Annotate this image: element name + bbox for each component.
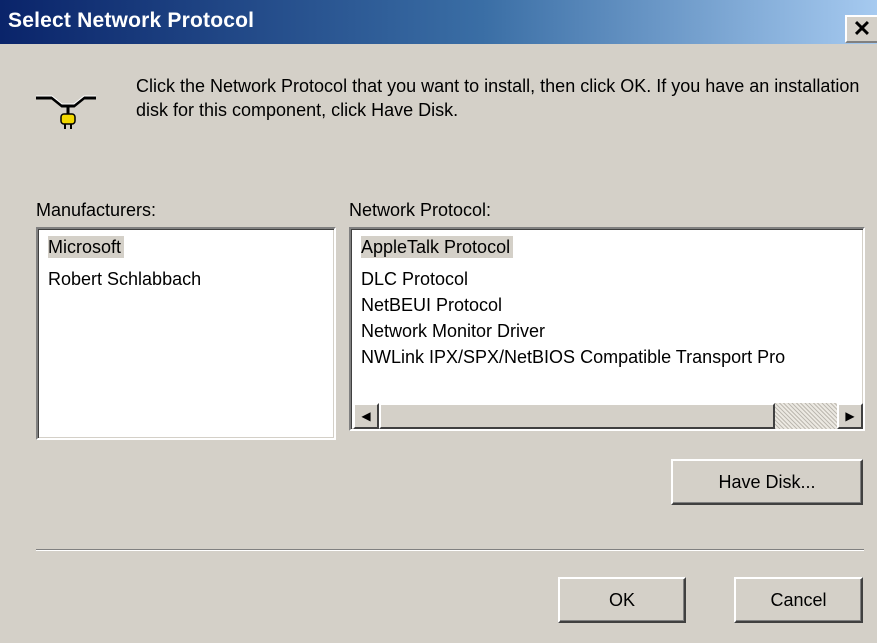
- manufacturers-listbox[interactable]: Microsoft Robert Schlabbach: [36, 227, 336, 440]
- window-title: Select Network Protocol: [8, 9, 255, 32]
- scrollbar-thumb[interactable]: [379, 403, 775, 429]
- manufacturer-item-microsoft[interactable]: Microsoft: [48, 236, 125, 258]
- have-disk-button[interactable]: Have Disk...: [671, 459, 863, 505]
- protocol-item-appletalk[interactable]: AppleTalk Protocol: [361, 236, 514, 258]
- horizontal-scrollbar[interactable]: ◀ ▶: [353, 403, 863, 429]
- protocol-item-nwlink[interactable]: NWLink IPX/SPX/NetBIOS Compatible Transp…: [361, 346, 785, 368]
- cancel-button[interactable]: Cancel: [734, 577, 863, 623]
- network-protocol-label: Network Protocol:: [349, 200, 492, 220]
- select-network-protocol-dialog: Select Network Protocol ✕ Click the Netw…: [0, 0, 877, 643]
- scrollbar-track[interactable]: [775, 403, 837, 429]
- scroll-left-button[interactable]: ◀: [353, 403, 379, 429]
- protocol-item-network-monitor-driver[interactable]: Network Monitor Driver: [361, 320, 545, 342]
- close-icon: ✕: [852, 16, 872, 41]
- arrow-left-icon: ◀: [361, 409, 371, 423]
- manufacturer-item-robert-schlabbach[interactable]: Robert Schlabbach: [48, 268, 201, 290]
- protocol-item-netbeui[interactable]: NetBEUI Protocol: [361, 294, 502, 316]
- network-protocol-listbox[interactable]: AppleTalk Protocol DLC Protocol NetBEUI …: [349, 227, 865, 431]
- close-button[interactable]: ✕: [845, 15, 877, 43]
- protocol-item-dlc[interactable]: DLC Protocol: [361, 268, 468, 290]
- separator-highlight: [36, 550, 864, 551]
- manufacturers-label: Manufacturers:: [36, 200, 157, 220]
- network-protocol-icon: [36, 95, 96, 129]
- title-bar: Select Network Protocol ✕: [0, 0, 877, 44]
- arrow-right-icon: ▶: [845, 409, 855, 423]
- ok-button[interactable]: OK: [558, 577, 686, 623]
- scroll-right-button[interactable]: ▶: [837, 403, 863, 429]
- instruction-text: Click the Network Protocol that you want…: [136, 76, 860, 120]
